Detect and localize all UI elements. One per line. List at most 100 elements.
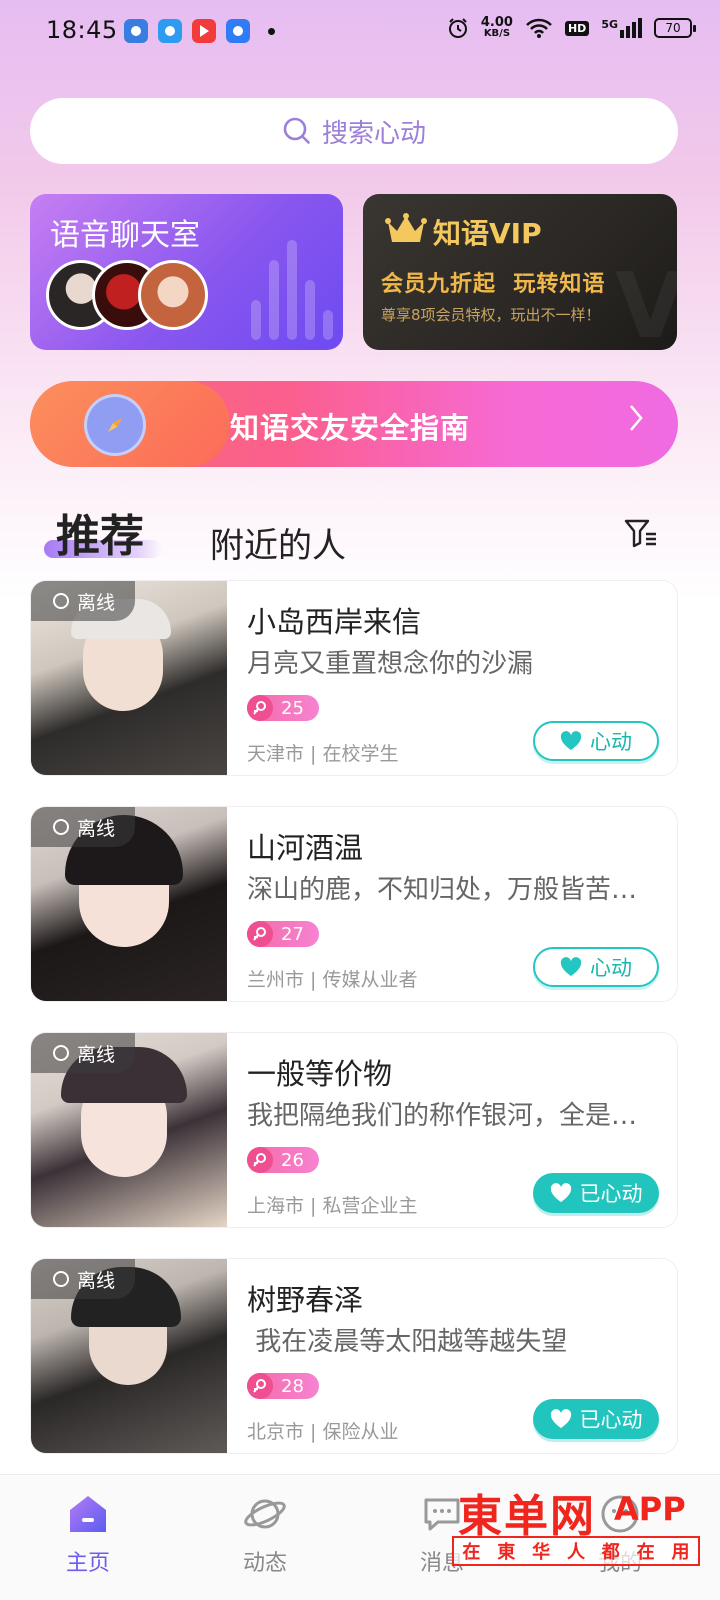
watermark-char: 用 [671,1542,690,1563]
compass-icon [84,394,146,456]
wifi-icon [526,18,552,38]
more-notifications-dot [268,27,275,35]
watermark-char: 华 [532,1542,551,1563]
gender-age-badge: 28 [247,1373,319,1399]
notification-app-icon [226,19,250,43]
status-label: 离线 [77,817,116,840]
filter-icon[interactable] [624,518,658,550]
user-location-job: 北京市 | 保险从业 [247,1421,399,1443]
video-app-icon [192,19,216,43]
vip-title: 知语VIP [433,217,542,250]
vip-headline: 会员九折起 玩转知语 [381,272,606,297]
status-indicators: 4.00 KB/S HD 5G 70 [447,15,696,39]
signal-type: 5G [601,18,618,31]
status-ring-icon [53,819,69,835]
watermark-char: 人 [566,1542,585,1563]
status-time: 18:45 [46,16,118,44]
user-nickname: 一般等价物 [247,1057,393,1091]
tab-nearby[interactable]: 附近的人 [210,518,346,567]
signal-icon: 5G [601,18,642,38]
status-app-icons [124,19,275,43]
watermark-char: 在 [636,1542,655,1563]
watermark-char: 都 [601,1542,620,1563]
user-age: 25 [281,697,304,719]
alarm-icon [448,18,467,38]
gender-age-badge: 25 [247,695,319,721]
notification-app-icon [158,19,182,43]
network-speed-value: 4.00 [480,15,513,30]
status-ring-icon [53,1271,69,1287]
network-speed: 4.00 KB/S [480,15,513,39]
heart-icon [550,1409,571,1428]
status-ring-icon [53,593,69,609]
online-status-badge: 离线 [31,1033,136,1073]
battery-icon: 70 [654,18,696,38]
female-icon [247,1147,273,1173]
search-icon [283,117,310,144]
crown-icon [385,213,427,242]
watermark-char: 在 [462,1542,481,1563]
heart-icon [550,1183,571,1202]
user-bio: 我在凌晨等太阳越等越失望 [247,1327,568,1357]
search-bar[interactable]: 搜索心动 [30,98,678,164]
user-nickname: 山河酒温 [247,831,364,865]
nav-home[interactable]: 主页 [28,1489,148,1577]
vip-watermark-decoration: V [615,254,677,350]
user-card[interactable]: 离线 山河酒温 深山的鹿，不知归处，万般皆苦… 27 兰州市 | 传媒从业者 心… [30,806,678,1002]
like-label: 已心动 [579,1408,643,1432]
user-bio: 月亮又重置想念你的沙漏 [247,649,534,679]
tab-recommend[interactable]: 推荐 [56,500,144,564]
sound-bars-decoration [251,240,333,340]
site-watermark: 東单网 APP 在 東 华 人 都 在 用 [452,1480,702,1572]
user-nickname: 小岛西岸来信 [247,605,422,639]
user-location-job: 上海市 | 私营企业主 [247,1195,418,1217]
female-icon [247,1373,273,1399]
female-icon [247,921,273,947]
heart-icon [560,957,582,976]
user-card[interactable]: 离线 一般等价物 我把隔绝我们的称作银河，全是… 26 上海市 | 私营企业主 … [30,1032,678,1228]
user-age: 27 [281,923,304,945]
liked-button[interactable]: 已心动 [533,1173,659,1213]
like-label: 心动 [590,730,632,754]
user-nickname: 树野春泽 [247,1283,364,1317]
status-label: 离线 [77,1043,116,1066]
watermark-char: 東 [497,1542,516,1563]
network-speed-unit: KB/S [483,28,511,39]
nav-home-label: 主页 [65,1551,110,1576]
safety-guide-label: 知语交友安全指南 [230,411,471,445]
vip-card[interactable]: V 知语VIP 会员九折起 玩转知语 尊享8项会员特权，玩出不一样！ [363,194,677,350]
status-bar: 18:45 4.00 KB/S HD 5G 70 [0,0,720,62]
nav-moments-label: 动态 [242,1551,287,1576]
voice-room-title: 语音聊天室 [50,218,200,253]
user-card[interactable]: 离线 树野春泽 我在凌晨等太阳越等越失望 28 北京市 | 保险从业 已心动 [30,1258,678,1454]
voice-chat-room-card[interactable]: 语音聊天室 [30,194,343,350]
status-ring-icon [53,1045,69,1061]
online-status-badge: 离线 [31,807,136,847]
vip-subtitle: 尊享8项会员特权，玩出不一样！ [381,306,601,324]
user-age: 28 [281,1375,304,1397]
search-placeholder: 搜索心动 [321,118,426,149]
user-age: 26 [281,1149,304,1171]
gender-age-badge: 27 [247,921,319,947]
like-button[interactable]: 心动 [533,721,659,761]
watermark-app: APP [614,1490,686,1528]
heart-icon [560,731,582,750]
safety-guide-banner[interactable]: 知语交友安全指南 [30,381,678,467]
online-status-badge: 离线 [31,1259,136,1299]
user-card[interactable]: 离线 小岛西岸来信 月亮又重置想念你的沙漏 25 天津市 | 在校学生 心动 [30,580,678,776]
online-status-badge: 离线 [31,581,136,621]
status-label: 离线 [77,591,116,614]
user-location-job: 兰州市 | 传媒从业者 [247,969,418,991]
female-icon [247,695,273,721]
nav-moments[interactable]: 动态 [205,1489,325,1577]
watermark-brand: 東单网 [458,1491,596,1542]
hd-badge: HD [564,20,590,36]
watermark-slogan: 在 東 华 人 都 在 用 [452,1536,700,1566]
status-label: 离线 [77,1269,116,1292]
gender-age-badge: 26 [247,1147,319,1173]
like-button[interactable]: 心动 [533,947,659,987]
liked-button[interactable]: 已心动 [533,1399,659,1439]
user-location-job: 天津市 | 在校学生 [247,743,399,765]
notification-app-icon [124,19,148,43]
user-bio: 深山的鹿，不知归处，万般皆苦… [247,875,638,905]
